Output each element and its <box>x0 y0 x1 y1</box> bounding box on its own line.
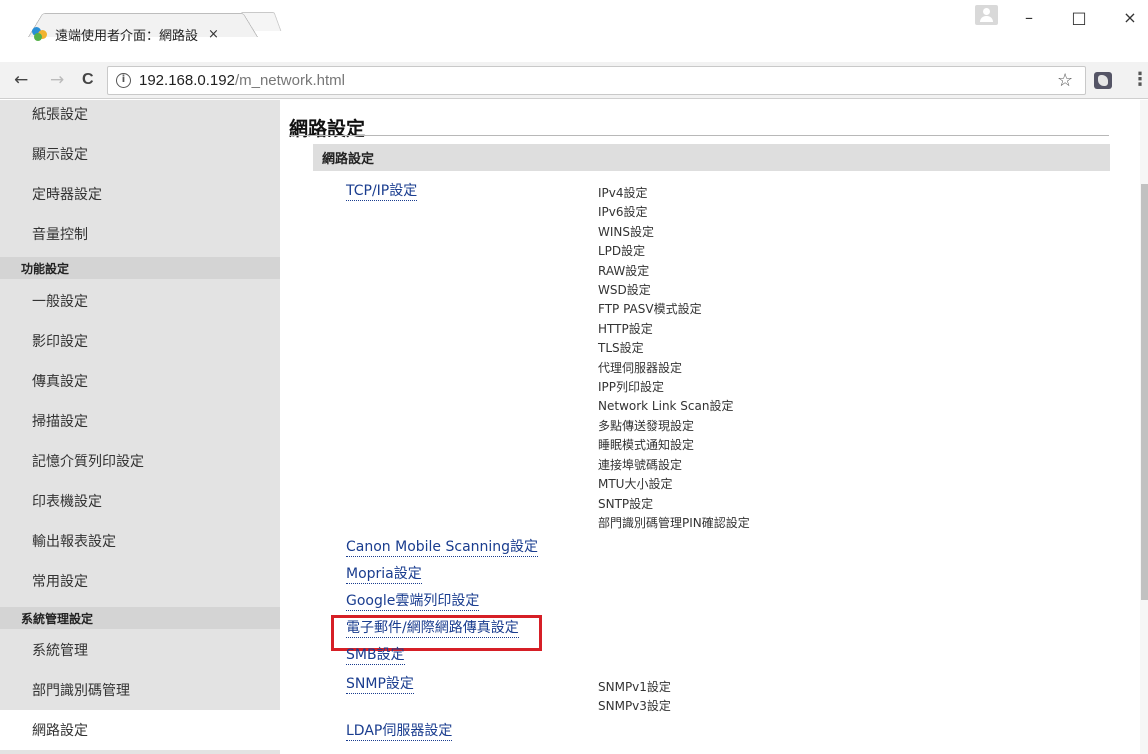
list-item: WINS設定 <box>598 224 654 239</box>
title-divider <box>289 135 1109 136</box>
sidebar-item-timer[interactable]: 定時器設定 <box>0 174 280 214</box>
tcpip-sublist: IPv4設定 IPv6設定 WINS設定 LPD設定 RAW設定 WSD設定 F… <box>598 184 750 533</box>
section-header: 網路設定 <box>313 144 1110 171</box>
sidebar-item-dept-id[interactable]: 部門識別碼管理 <box>0 670 280 710</box>
list-item: SNMPv3設定 <box>598 699 671 714</box>
url-text: 192.168.0.192/m_network.html <box>139 71 345 91</box>
list-item: Network Link Scan設定 <box>598 399 734 414</box>
close-window-button[interactable]: × <box>1115 8 1145 28</box>
sidebar-item-label: 定時器設定 <box>32 187 102 203</box>
link-tcpip[interactable]: TCP/IP設定 <box>346 183 418 201</box>
sidebar-item-copy[interactable]: 影印設定 <box>0 321 280 361</box>
list-item: FTP PASV模式設定 <box>598 302 702 317</box>
sidebar-item-label: 印表機設定 <box>32 494 102 510</box>
sidebar-heading-function: 功能設定 <box>0 257 280 279</box>
sidebar-item-network[interactable]: 網路設定 <box>0 710 280 750</box>
info-icon[interactable]: i <box>116 73 131 88</box>
sidebar-item-report[interactable]: 輸出報表設定 <box>0 521 280 561</box>
list-item: SNTP設定 <box>598 496 654 511</box>
link-ldap[interactable]: LDAP伺服器設定 <box>346 723 453 741</box>
url-path: /m_network.html <box>234 72 345 89</box>
main-content: 網路設定 網路設定 TCP/IP設定 IPv4設定 IPv6設定 WINS設定 … <box>280 100 1148 754</box>
sidebar-item-paper[interactable]: 紙張設定 <box>0 94 280 134</box>
menu-icon[interactable]: ⋮ <box>1131 69 1148 90</box>
list-item: 部門識別碼管理PIN確認設定 <box>598 515 750 530</box>
link-canon-mobile-scanning[interactable]: Canon Mobile Scanning設定 <box>346 539 539 557</box>
list-item: IPP列印設定 <box>598 380 665 395</box>
sidebar-item-label: 一般設定 <box>32 294 88 310</box>
sidebar-item-label: 顯示設定 <box>32 147 88 163</box>
reload-icon[interactable]: C <box>82 70 94 90</box>
link-mopria[interactable]: Mopria設定 <box>346 566 422 584</box>
list-item: SNMPv1設定 <box>598 680 671 694</box>
minimize-button[interactable]: – <box>1014 8 1044 28</box>
list-item: MTU大小設定 <box>598 477 673 492</box>
sidebar-item-general[interactable]: 一般設定 <box>0 281 280 321</box>
tab-title: 遠端使用者介面：網路設 <box>55 28 199 44</box>
list-item: RAW設定 <box>598 263 650 278</box>
sidebar-item-display[interactable]: 顯示設定 <box>0 134 280 174</box>
browser-titlebar: 遠端使用者介面：網路設 × – □ × <box>0 0 1148 44</box>
sidebar-item-label: 記憶介質列印設定 <box>32 454 144 470</box>
list-item: IPv6設定 <box>598 205 648 220</box>
list-item: LPD設定 <box>598 244 646 259</box>
sidebar-item-scan[interactable]: 掃描設定 <box>0 401 280 441</box>
extension-icon[interactable] <box>1094 72 1112 89</box>
list-item: HTTP設定 <box>598 321 653 336</box>
sidebar-item-label: 部門識別碼管理 <box>32 683 130 699</box>
sidebar-item-label: 紙張設定 <box>32 107 88 123</box>
list-item: 連接埠號碼設定 <box>598 457 683 472</box>
list-item: 代理伺服器設定 <box>598 360 683 375</box>
list-item: TLS設定 <box>598 341 644 356</box>
back-icon[interactable]: ← <box>14 70 28 90</box>
sidebar: 紙張設定 顯示設定 定時器設定 音量控制 功能設定 一般設定 影印設定 傳真設定… <box>0 100 280 754</box>
sidebar-item-label: 輸出報表設定 <box>32 534 116 550</box>
sidebar-item-media-print[interactable]: 記憶介質列印設定 <box>0 441 280 481</box>
address-bar[interactable]: i 192.168.0.192/m_network.html ☆ <box>107 66 1086 95</box>
list-item: WSD設定 <box>598 283 651 298</box>
page-title: 網路設定 <box>289 118 366 140</box>
sidebar-item-label: 傳真設定 <box>32 374 88 390</box>
sidebar-item-printer[interactable]: 印表機設定 <box>0 481 280 521</box>
sidebar-item-volume[interactable]: 音量控制 <box>0 214 280 254</box>
sidebar-item-label: 音量控制 <box>32 227 88 243</box>
tab-close-icon[interactable]: × <box>208 27 219 42</box>
sidebar-item-system[interactable]: 系統管理 <box>0 630 280 670</box>
favicon-icon <box>32 26 48 42</box>
sidebar-item-favorites[interactable]: 常用設定 <box>0 561 280 601</box>
sidebar-item-label: 掃描設定 <box>32 414 88 430</box>
bookmark-star-icon[interactable]: ☆ <box>1057 70 1073 91</box>
sidebar-item-label: 常用設定 <box>32 574 88 590</box>
list-item: 多點傳送發現設定 <box>598 418 695 433</box>
link-smb[interactable]: SMB設定 <box>346 647 405 665</box>
link-google-cloud-print[interactable]: Google雲端列印設定 <box>346 593 480 611</box>
sidebar-heading-system: 系統管理設定 <box>0 607 280 629</box>
sidebar-item-label: 網路設定 <box>32 723 88 739</box>
snmp-sublist: SNMPv1設定 SNMPv3設定 <box>598 678 671 717</box>
browser-tab[interactable]: 遠端使用者介面：網路設 × <box>18 0 258 44</box>
highlight-box <box>331 615 542 651</box>
list-item: IPv4設定 <box>598 186 648 200</box>
url-host: 192.168.0.192 <box>139 72 235 89</box>
sidebar-item-fax[interactable]: 傳真設定 <box>0 361 280 401</box>
list-item: 睡眠模式通知設定 <box>598 438 695 453</box>
profile-icon[interactable] <box>975 5 998 25</box>
link-snmp[interactable]: SNMP設定 <box>346 676 414 694</box>
sidebar-item-label: 系統管理 <box>32 643 88 659</box>
maximize-button[interactable]: □ <box>1064 8 1094 28</box>
scrollbar-thumb[interactable] <box>1141 184 1148 600</box>
forward-icon[interactable]: → <box>50 70 64 90</box>
sidebar-item-label: 影印設定 <box>32 334 88 350</box>
